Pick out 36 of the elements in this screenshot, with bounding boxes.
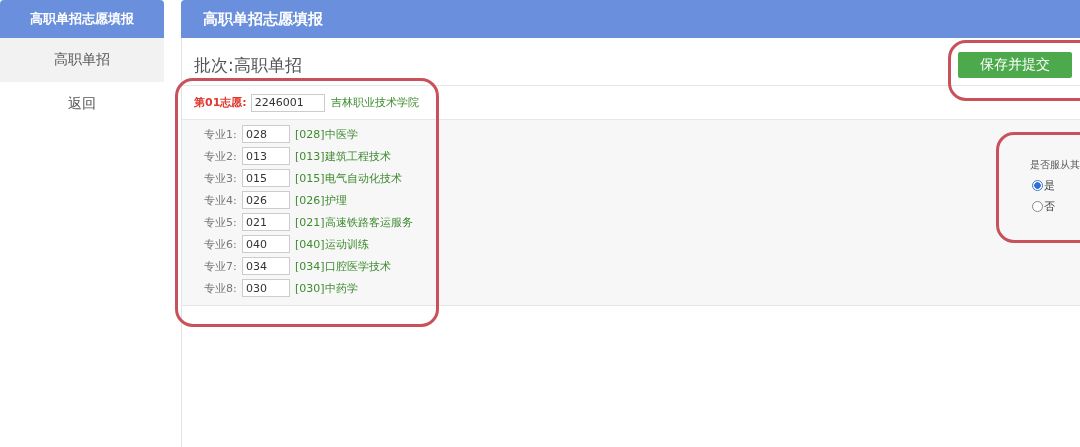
obey-question: 是否服从其: [1030, 158, 1080, 172]
major-name: [028]中医学: [295, 126, 358, 142]
major-label: 专业5:: [204, 214, 238, 230]
sidebar-title: 高职单招志愿填报: [0, 0, 164, 38]
major-name: [026]护理: [295, 192, 347, 208]
radio-option[interactable]: 否: [1031, 199, 1055, 214]
major-name: [040]运动训练: [295, 236, 369, 252]
major-code-field[interactable]: 040: [242, 235, 290, 253]
major-label: 专业6:: [204, 236, 238, 252]
major-name: [034]口腔医学技术: [295, 258, 391, 274]
major-label: 专业1:: [204, 126, 238, 142]
major-code-field[interactable]: 034: [242, 257, 290, 275]
major-name: [013]建筑工程技术: [295, 148, 391, 164]
school-name: 吉林职业技术学院: [330, 95, 419, 110]
radio-icon[interactable]: [1031, 201, 1043, 212]
batch-title: 批次:高职单招: [194, 54, 302, 77]
major-code-field[interactable]: 026: [242, 191, 290, 209]
major-label: 专业2:: [204, 148, 238, 164]
major-name: [015]电气自动化技术: [295, 170, 402, 186]
panel-title: 高职单招志愿填报: [181, 0, 1080, 38]
choice-label: 第01志愿:: [194, 95, 247, 110]
major-name: [030]中药学: [295, 280, 358, 296]
sidebar-item[interactable]: 高职单招: [0, 38, 164, 82]
major-code-field[interactable]: 021: [242, 213, 290, 231]
major-label: 专业7:: [204, 258, 238, 274]
school-code-field[interactable]: 2246001: [250, 93, 325, 112]
major-label: 专业8:: [204, 280, 238, 296]
major-code-field[interactable]: 013: [242, 147, 290, 165]
major-label: 专业4:: [204, 192, 238, 208]
major-code-field[interactable]: 028: [242, 125, 290, 143]
radio-option[interactable]: 是: [1031, 178, 1055, 193]
major-code-field[interactable]: 030: [242, 279, 290, 297]
major-code-field[interactable]: 015: [242, 169, 290, 187]
radio-icon[interactable]: [1031, 180, 1043, 191]
major-name: [021]高速铁路客运服务: [295, 214, 413, 230]
major-label: 专业3:: [204, 170, 238, 186]
